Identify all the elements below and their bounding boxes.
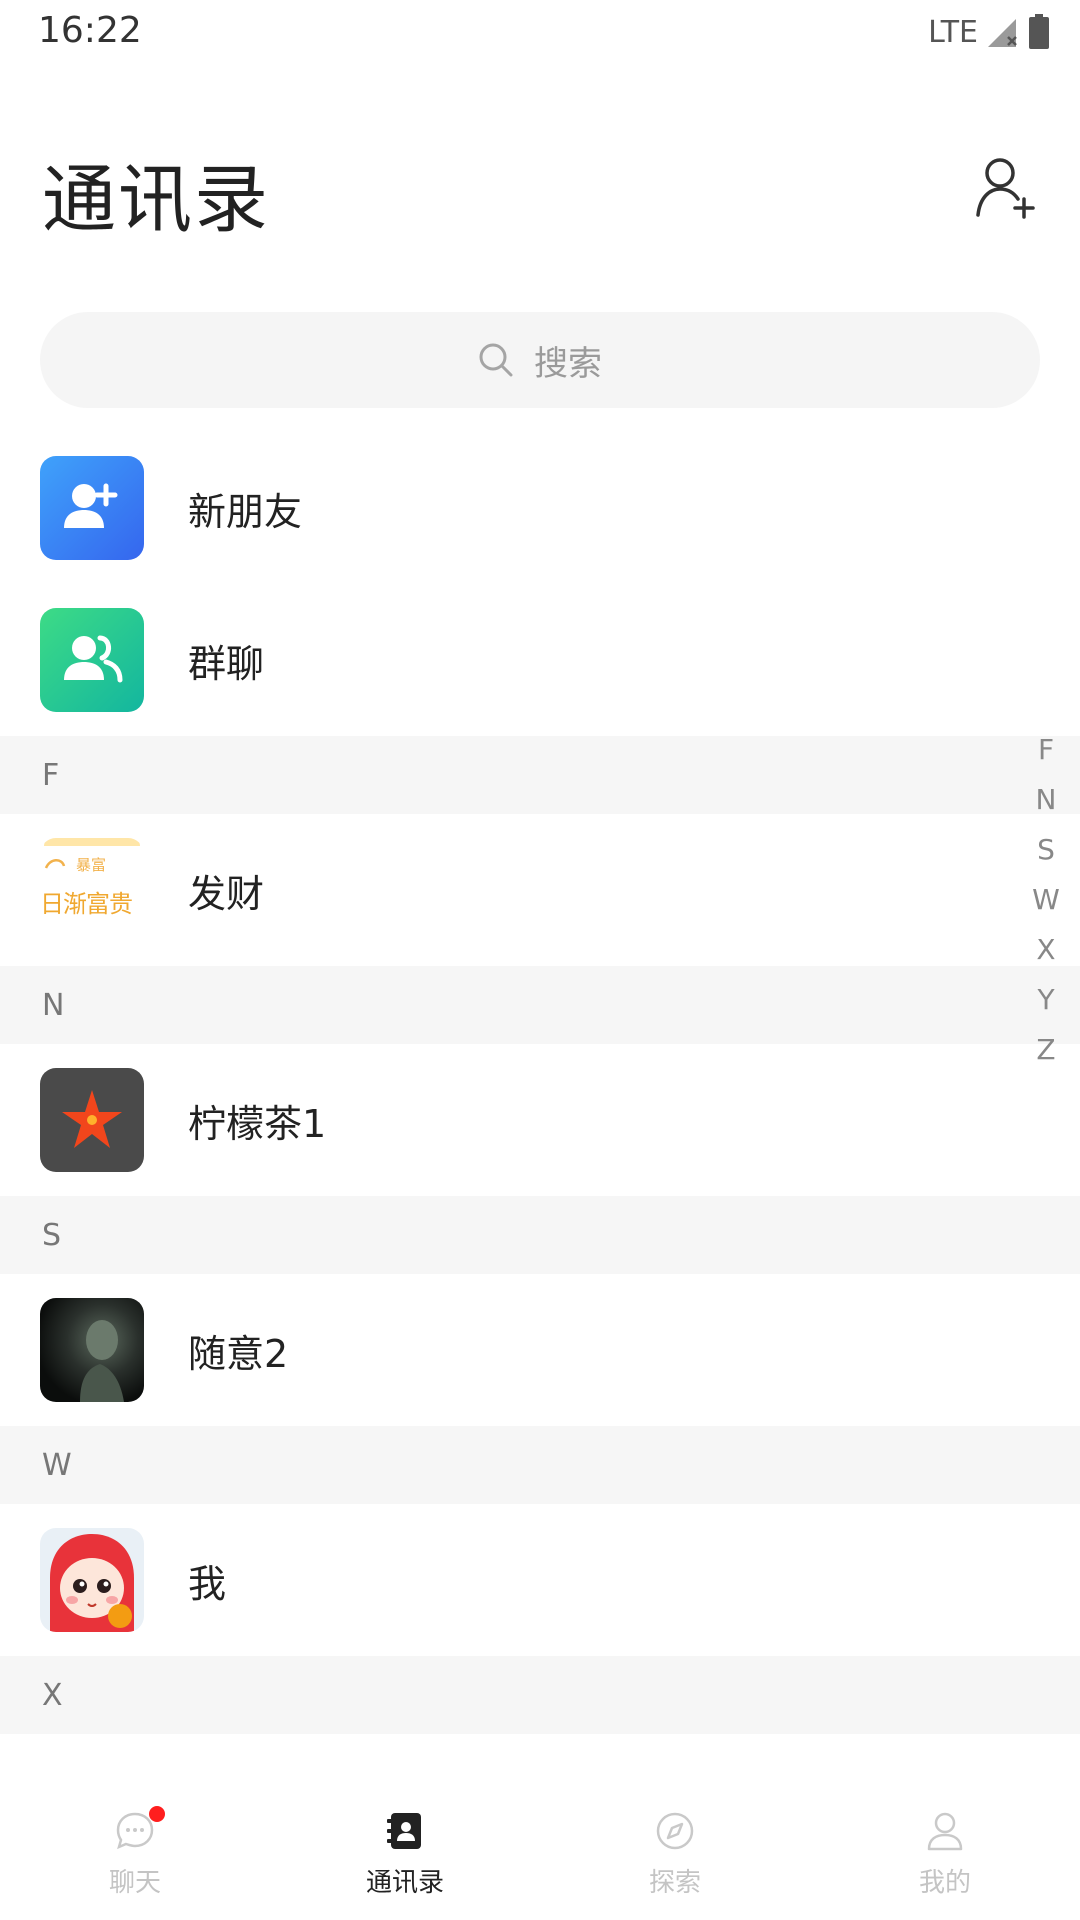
search-input[interactable]: 搜索 (40, 312, 1040, 408)
tab-chat[interactable]: 聊天 (0, 1768, 270, 1920)
index-letter-y[interactable]: Y (1026, 975, 1066, 1025)
cartoon-avatar (50, 1534, 134, 1632)
tab-explore-label: 探索 (648, 1868, 701, 1898)
alphabet-index[interactable]: F N S W X Y Z (1026, 725, 1066, 1075)
section-letter: S (42, 1218, 62, 1253)
status-time: 16:22 (38, 10, 142, 51)
section-header-n: N (0, 966, 1080, 1044)
contact-avatar (40, 1068, 144, 1172)
contact-row[interactable]: 我 (0, 1504, 1080, 1656)
tab-explore[interactable]: 探索 (540, 1768, 810, 1920)
contact-avatar (40, 1528, 144, 1632)
starfish-icon (62, 1090, 122, 1148)
contact-row[interactable]: 暴富 日渐富贵 发财 (0, 814, 1080, 966)
profile-icon (927, 1812, 963, 1851)
status-bar: 16:22 LTE (0, 0, 1080, 64)
status-icons: LTE (928, 12, 1050, 52)
search-placeholder: 搜索 (534, 343, 602, 384)
signal-icon (986, 15, 1020, 49)
index-letter-w[interactable]: W (1026, 875, 1066, 925)
contact-name: 柠檬茶1 (188, 1101, 327, 1146)
contact-row[interactable]: 随意2 (0, 1274, 1080, 1426)
bottom-nav: 聊天 通讯录 探索 我的 (0, 1768, 1080, 1920)
new-friends-label: 新朋友 (188, 489, 303, 534)
index-letter-s[interactable]: S (1026, 825, 1066, 875)
compass-icon (656, 1812, 694, 1850)
group-chat-item[interactable]: 群聊 (0, 584, 1080, 736)
tab-profile[interactable]: 我的 (810, 1768, 1080, 1920)
contact-name: 发财 (188, 871, 265, 916)
index-letter-n[interactable]: N (1026, 775, 1066, 825)
contact-row[interactable]: 柠檬茶1 (0, 1044, 1080, 1196)
new-friends-item[interactable]: 新朋友 (0, 432, 1080, 584)
contact-avatar: 暴富 日渐富贵 (40, 838, 144, 942)
index-letter-z[interactable]: Z (1026, 1025, 1066, 1075)
page-title: 通讯录 (42, 157, 270, 243)
tab-contacts[interactable]: 通讯录 (270, 1768, 540, 1920)
tab-contacts-label: 通讯录 (365, 1868, 444, 1898)
add-user-icon (64, 483, 118, 528)
group-chat-avatar (40, 608, 144, 712)
section-letter: W (42, 1448, 72, 1483)
section-header-w: W (0, 1426, 1080, 1504)
index-letter-f[interactable]: F (1026, 725, 1066, 775)
search-icon (479, 343, 513, 377)
contact-name: 随意2 (188, 1331, 289, 1376)
tab-chat-label: 聊天 (108, 1868, 161, 1898)
section-header-x: X (0, 1656, 1080, 1734)
section-header-s: S (0, 1196, 1080, 1274)
avatar-text: 日渐富贵 (40, 890, 133, 918)
avatar-small-text: 暴富 (76, 856, 107, 874)
section-header-f: F (0, 736, 1080, 814)
section-letter: N (42, 988, 65, 1023)
index-letter-x[interactable]: X (1026, 925, 1066, 975)
contact-avatar (40, 1298, 144, 1402)
group-icon (64, 635, 123, 683)
notification-badge (149, 1806, 165, 1822)
battery-icon (1028, 14, 1050, 50)
contact-name: 我 (188, 1561, 227, 1606)
contacts-icon (387, 1813, 421, 1849)
section-letter: F (42, 758, 60, 793)
add-user-icon (976, 158, 1035, 219)
tab-profile-label: 我的 (918, 1868, 971, 1898)
avatar-photo (80, 1320, 124, 1402)
new-friends-avatar (40, 456, 144, 560)
add-contact-button[interactable] (974, 155, 1040, 221)
group-chat-label: 群聊 (188, 641, 265, 686)
network-type: LTE (928, 14, 978, 50)
section-letter: X (42, 1678, 63, 1713)
